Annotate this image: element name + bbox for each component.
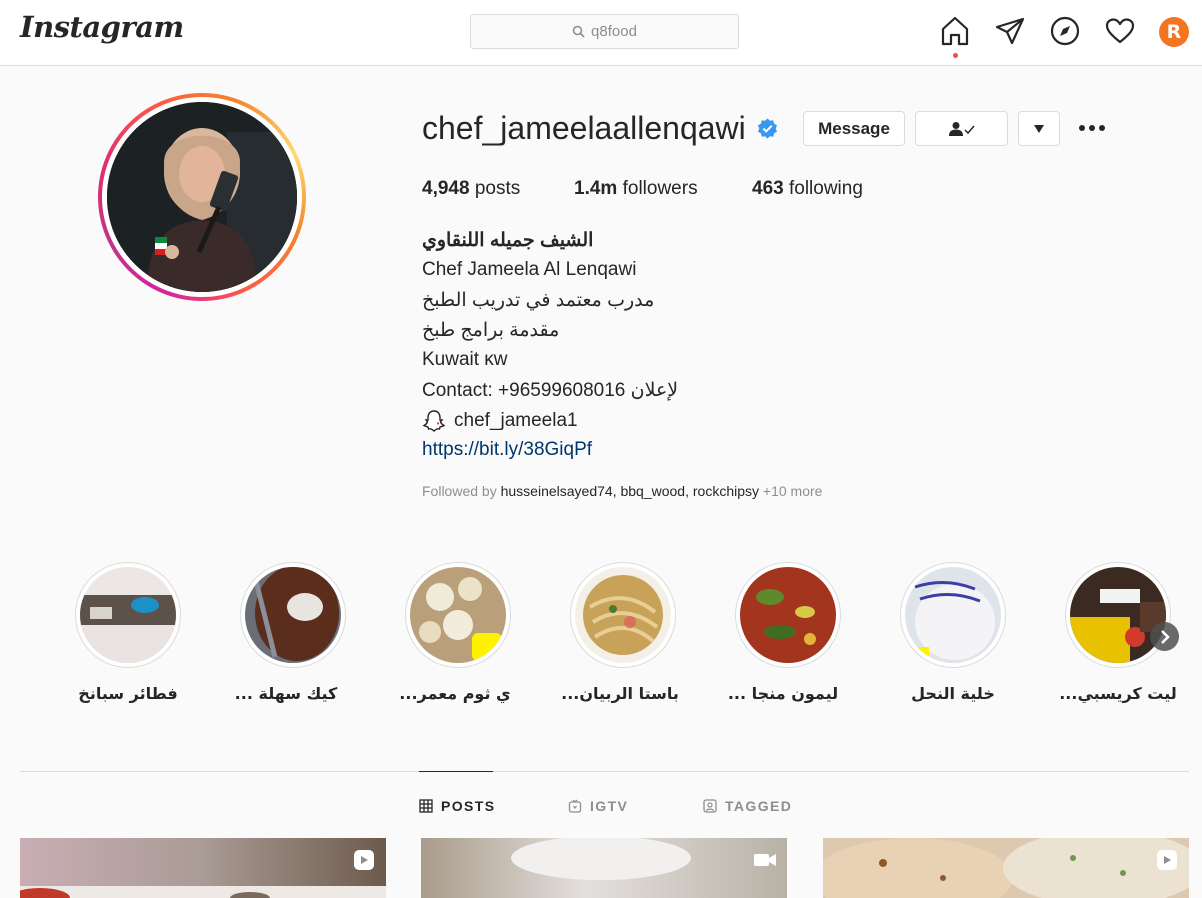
bio-line-3: مقدمة برامج طبخ (422, 320, 560, 341)
highlight-cover (905, 567, 1001, 663)
video-camera-icon (754, 854, 776, 866)
followed-by-more[interactable]: +10 more (763, 483, 823, 499)
following-label: following (788, 178, 863, 199)
profile-picture-story-ring[interactable] (98, 93, 306, 301)
tab-posts[interactable]: POSTS (419, 797, 495, 815)
user-avatar[interactable]: R (1159, 17, 1189, 47)
following-count: 463 (752, 178, 784, 199)
top-nav-bar: Instagram q8food R (0, 0, 1202, 66)
bio-line-2: مدرب معتمد في تدريب الطبخ (422, 290, 655, 311)
search-icon (572, 25, 585, 38)
bio-full-name: الشيف جميله اللنقاوي (422, 230, 594, 251)
active-tab-indicator (419, 771, 493, 772)
highlight-label: ... كيك سهلة (234, 684, 338, 703)
igtv-icon (568, 799, 582, 813)
highlight-item[interactable] (405, 562, 511, 668)
profile-picture[interactable] (107, 102, 297, 292)
explore-icon[interactable] (1050, 16, 1080, 46)
profile-username: chef_jameelaallenqawi (422, 110, 746, 146)
highlight-cover (80, 567, 176, 663)
highlight-label: خلية النحل (911, 684, 995, 703)
tabs-divider (20, 771, 1189, 772)
followed-by-user[interactable]: bbq_wood (620, 483, 685, 499)
followers-count: 1.4m (574, 178, 618, 199)
post-thumbnail[interactable] (823, 838, 1189, 898)
followers-label: followers (622, 178, 698, 199)
posts-label: posts (474, 178, 521, 199)
followed-by-user[interactable]: rockchipsy (693, 483, 759, 499)
post-thumbnail[interactable] (421, 838, 787, 898)
bio-line-4: Kuwait κw (422, 349, 508, 370)
instagram-logo[interactable]: Instagram (20, 10, 184, 44)
bio-line-1: Chef Jameela Al Lenqawi (422, 259, 637, 280)
highlight-cover-ring (735, 562, 841, 668)
triangle-down-icon (1034, 124, 1044, 133)
tab-tagged[interactable]: TAGGED (703, 797, 792, 815)
chevron-right-icon (1160, 629, 1170, 644)
reels-icon (1157, 850, 1177, 870)
direct-message-icon[interactable] (995, 16, 1025, 46)
more-options-icon[interactable] (1075, 116, 1109, 140)
message-button[interactable]: Message (803, 111, 905, 146)
highlight-cover-ring (1065, 562, 1171, 668)
tab-igtv-label: IGTV (590, 798, 629, 814)
followers-stat[interactable]: 1.4m followers (574, 178, 698, 200)
highlight-cover (245, 567, 341, 663)
bio-line-5: Contact: +96599608016 لإعلان (422, 380, 679, 401)
posts-stat: 4,948 posts (422, 178, 520, 200)
highlight-cover-ring (75, 562, 181, 668)
verified-badge-icon (758, 118, 777, 139)
highlight-label: فطائر سبانخ (78, 684, 178, 703)
highlight-cover-ring (240, 562, 346, 668)
person-check-icon (948, 121, 975, 136)
highlight-item[interactable] (75, 562, 181, 668)
following-stat[interactable]: 463 following (752, 178, 863, 200)
bio-snapchat-line: chef_jameela1 (422, 409, 578, 433)
post-thumbnail[interactable] (20, 838, 386, 898)
highlight-label: ...باستا الربيان (561, 684, 679, 703)
tab-igtv[interactable]: IGTV (568, 797, 628, 815)
highlight-cover-ring (570, 562, 676, 668)
search-input[interactable]: q8food (591, 23, 637, 40)
grid-icon (419, 799, 433, 813)
search-box[interactable]: q8food (470, 14, 739, 49)
highlight-cover-ring (900, 562, 1006, 668)
home-icon[interactable] (940, 16, 970, 46)
highlight-label: ... ليمون منجا (727, 684, 839, 703)
reels-icon (354, 850, 374, 870)
tagged-icon (703, 799, 717, 813)
highlight-label: ...ي ثوم معمر (399, 684, 511, 703)
posts-count: 4,948 (422, 178, 470, 199)
bio-snapchat-handle: chef_jameela1 (454, 410, 578, 431)
suggestions-dropdown-button[interactable] (1018, 111, 1060, 146)
highlight-label: ...ليت كريسبي (1059, 684, 1177, 703)
followed-by-prefix: Followed by (422, 483, 497, 499)
notification-dot (953, 53, 958, 58)
highlight-cover (575, 567, 671, 663)
highlight-cover (1070, 567, 1166, 663)
highlight-item[interactable] (570, 562, 676, 668)
tab-tagged-label: TAGGED (725, 798, 793, 814)
activity-heart-icon[interactable] (1105, 16, 1135, 46)
bio-link[interactable]: https://bit.ly/38GiqPf (422, 439, 592, 461)
highlight-item[interactable] (900, 562, 1006, 668)
following-button[interactable] (915, 111, 1008, 146)
followed-by[interactable]: Followed by husseinelsayed74, bbq_wood, … (422, 483, 822, 499)
highlight-cover (740, 567, 836, 663)
snapchat-ghost-icon (422, 410, 446, 432)
followed-by-user[interactable]: husseinelsayed74 (501, 483, 613, 499)
highlights-next-button[interactable] (1150, 622, 1179, 651)
highlight-item[interactable] (1065, 562, 1171, 668)
highlight-item[interactable] (735, 562, 841, 668)
highlight-item[interactable] (240, 562, 346, 668)
tab-posts-label: POSTS (441, 798, 496, 814)
highlight-cover-ring (405, 562, 511, 668)
highlight-cover (410, 567, 506, 663)
